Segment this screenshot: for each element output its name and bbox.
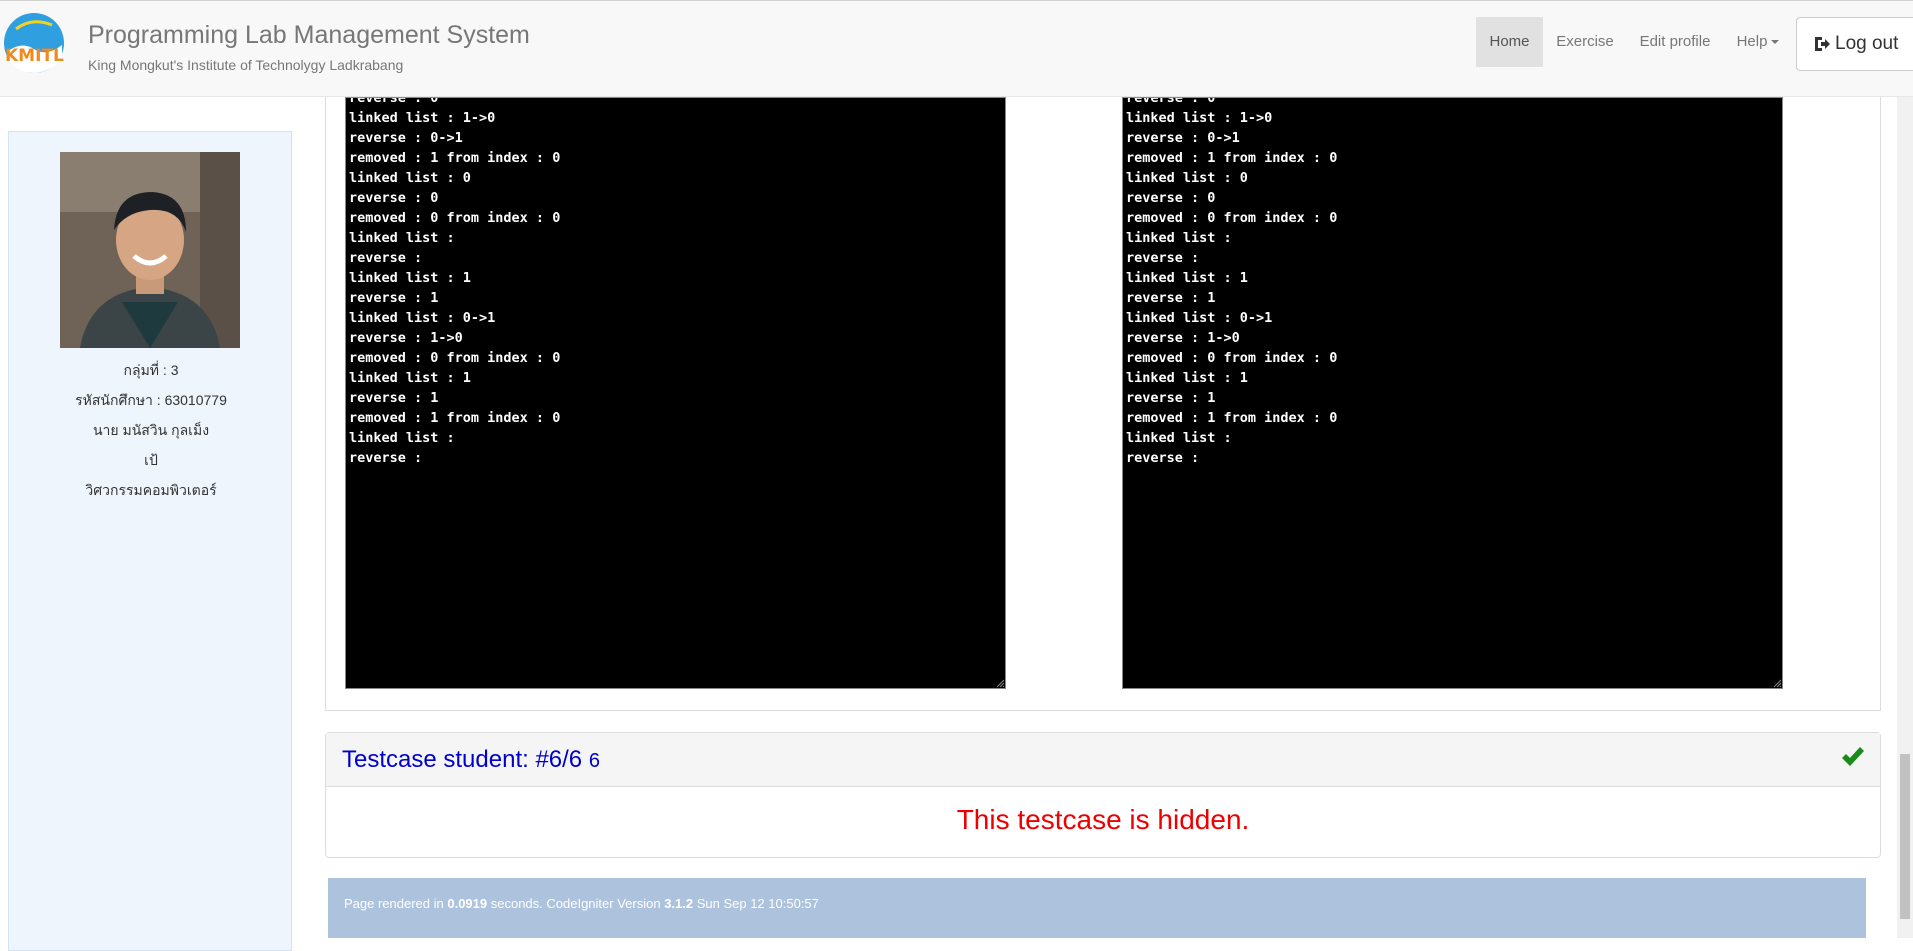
- testcase-panel: Testcase student: #6/6 6 This testcase i…: [325, 732, 1881, 858]
- student-department: วิศวกรรมคอมพิวเตอร์: [85, 482, 217, 498]
- caret-down-icon: [1771, 40, 1780, 45]
- scrollbar-thumb[interactable]: [1900, 754, 1910, 919]
- output-terminal-left[interactable]: reverse : 0 linked list : 1->0 reverse :…: [345, 97, 1006, 689]
- brand-subtitle: King Mongkut's Institute of Technolygy L…: [88, 57, 404, 73]
- output-text-right: reverse : 0 linked list : 1->0 reverse :…: [1126, 97, 1338, 466]
- logout-label: Log out: [1835, 33, 1899, 54]
- testcase-title: Testcase student: #6/6 6: [342, 746, 600, 774]
- nav-help[interactable]: Help: [1723, 17, 1793, 67]
- footer-mid: seconds. CodeIgniter Version: [487, 896, 665, 911]
- nav-exercise[interactable]: Exercise: [1543, 17, 1627, 67]
- testcase-hidden-message: This testcase is hidden.: [956, 804, 1250, 835]
- student-name: นาย มนัสวิน กุลเม็ง: [92, 422, 210, 438]
- testcase-number: 6: [588, 750, 600, 772]
- nav-edit-profile[interactable]: Edit profile: [1627, 17, 1723, 67]
- student-profile-card: กลุ่มที่ : 3 รหัสนักศึกษา : 63010779 นาย…: [8, 131, 292, 951]
- nav-help-label: Help: [1736, 33, 1768, 50]
- student-id: รหัสนักศึกษา : 63010779: [75, 392, 227, 408]
- output-terminal-right[interactable]: reverse : 0 linked list : 1->0 reverse :…: [1122, 97, 1783, 689]
- testcase-header[interactable]: Testcase student: #6/6 6: [326, 733, 1880, 787]
- svg-text:KMITL: KMITL: [5, 46, 64, 66]
- student-avatar: [60, 152, 240, 348]
- footer-date: Sun Sep 12 10:50:57: [693, 896, 819, 911]
- footer-prefix: Page rendered in: [344, 896, 448, 911]
- logout-icon: [1815, 37, 1830, 51]
- logout-button[interactable]: Log out: [1796, 17, 1913, 71]
- testcase-title-text: Testcase student: #6/6: [342, 746, 583, 773]
- brand-title[interactable]: Programming Lab Management System: [88, 21, 530, 50]
- student-group: กลุ่มที่ : 3: [123, 362, 179, 378]
- check-icon: [1842, 747, 1864, 766]
- navbar: KMITL Programming Lab Management System …: [0, 0, 1913, 97]
- student-nickname: เป้: [144, 452, 158, 468]
- page-scrollbar[interactable]: [1897, 97, 1913, 938]
- footer-render-time: 0.0919: [447, 896, 488, 911]
- output-text-left: reverse : 0 linked list : 1->0 reverse :…: [349, 97, 561, 466]
- kmitl-logo[interactable]: KMITL: [2, 11, 66, 75]
- footer: Page rendered in 0.0919 seconds. CodeIgn…: [328, 878, 1866, 938]
- footer-version: 3.1.2: [664, 896, 694, 911]
- nav-home[interactable]: Home: [1476, 17, 1543, 67]
- resize-handle-icon[interactable]: [1773, 679, 1781, 687]
- resize-handle-icon[interactable]: [996, 679, 1004, 687]
